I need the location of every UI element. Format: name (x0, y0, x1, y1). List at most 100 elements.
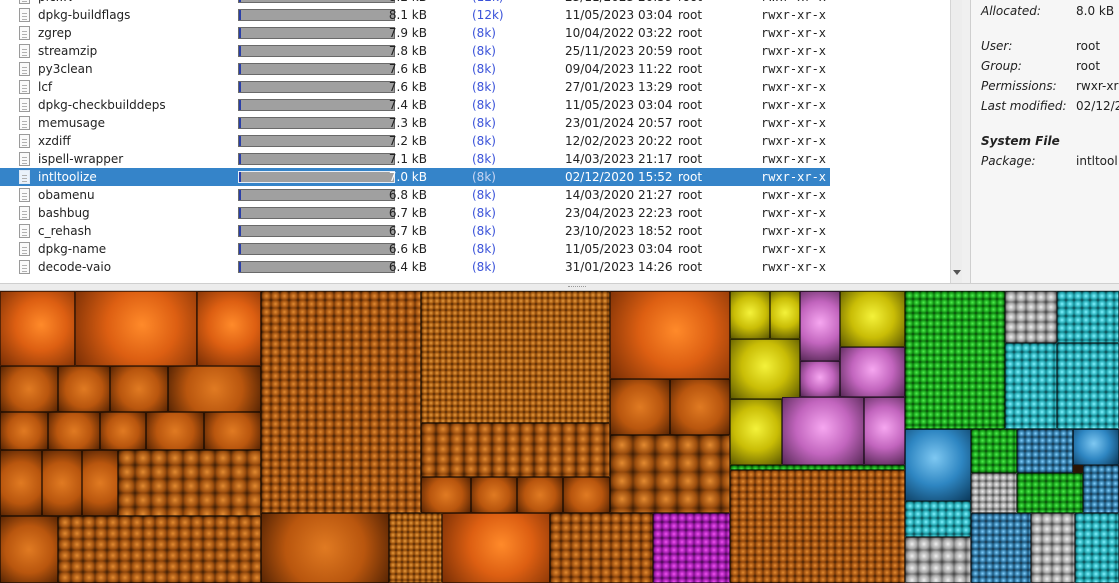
file-row[interactable]: c_rehash 6.7 kB (8k) 23/10/2023 18:52 root rw… (0, 222, 830, 240)
treemap-cell[interactable] (1075, 513, 1119, 583)
treemap-cell[interactable] (118, 450, 261, 516)
treemap-cell[interactable] (75, 291, 197, 366)
treemap-cell[interactable] (0, 450, 42, 516)
treemap-cell[interactable] (905, 537, 971, 583)
treemap-cell[interactable] (48, 412, 100, 450)
splitter-grip-icon[interactable] (568, 286, 586, 288)
text-file-icon (19, 62, 30, 76)
treemap-cell[interactable] (1005, 343, 1057, 429)
treemap-cell[interactable] (905, 429, 971, 501)
treemap-cell[interactable] (1073, 429, 1119, 465)
file-row-selected[interactable]: intltoolize 7.0 kB (8k) 02/12/2020 15:52 roo… (0, 168, 830, 186)
treemap-cell[interactable] (421, 291, 610, 423)
allocated-size: (8k) (472, 62, 496, 76)
treemap-cell[interactable] (110, 366, 168, 412)
treemap-cell[interactable] (1005, 291, 1057, 343)
treemap-cell[interactable] (204, 412, 261, 450)
treemap-cell[interactable] (1083, 465, 1119, 513)
file-list-scrollbar[interactable] (950, 0, 962, 283)
scroll-down-arrow-icon[interactable] (953, 270, 961, 275)
treemap-cell[interactable] (168, 366, 261, 412)
file-row[interactable]: bashbug 6.7 kB (8k) 23/04/2023 22:23 root rwx… (0, 204, 830, 222)
file-row[interactable]: decode-vaio 6.4 kB (8k) 31/01/2023 14:26 roo… (0, 258, 830, 276)
file-owner: root (678, 134, 703, 148)
treemap-cell[interactable] (100, 412, 146, 450)
treemap-cell[interactable] (971, 473, 1017, 513)
treemap-cell[interactable] (1031, 513, 1075, 583)
file-row[interactable]: dpkg-name 6.6 kB (8k) 11/05/2023 03:04 root r… (0, 240, 830, 258)
treemap-cell[interactable] (840, 291, 905, 347)
treemap-cell[interactable] (610, 379, 670, 435)
treemap-cell[interactable] (730, 339, 800, 399)
treemap-cell[interactable] (442, 513, 550, 583)
allocated-size: (8k) (472, 224, 496, 238)
treemap-cell[interactable] (1017, 429, 1073, 473)
treemap-cell[interactable] (261, 291, 421, 513)
treemap-cell[interactable] (840, 347, 905, 397)
file-row[interactable]: lcf 7.6 kB (8k) 27/01/2023 13:29 root rwxr-xr… (0, 78, 830, 96)
disk-usage-treemap[interactable] (0, 291, 1119, 583)
group-row: Group: root (981, 59, 1100, 73)
treemap-cell[interactable] (1057, 291, 1119, 343)
treemap-cell[interactable] (971, 429, 1017, 473)
treemap-cell[interactable] (905, 501, 971, 537)
treemap-cell[interactable] (550, 513, 653, 583)
treemap-cell[interactable] (782, 397, 864, 465)
file-row[interactable]: dpkg-buildflags 8.1 kB (12k) 11/05/2023 03:… (0, 6, 830, 24)
treemap-cell[interactable] (653, 513, 730, 583)
file-name: xzdiff (38, 134, 71, 148)
treemap-cell[interactable] (42, 450, 82, 516)
file-list-pane[interactable]: pic...v8.2 kB(12k)23/11/2023 20:59rootrw… (0, 0, 950, 283)
file-row[interactable]: ispell-wrapper 7.1 kB (8k) 14/03/2023 21:17… (0, 150, 830, 168)
file-name: dpkg-checkbuilddeps (38, 98, 166, 112)
file-permissions: rwxr-xr-x (761, 152, 827, 166)
treemap-cell[interactable] (800, 291, 840, 361)
file-row[interactable]: zgrep 7.9 kB (8k) 10/04/2022 03:22 root rwxr-… (0, 24, 830, 42)
treemap-cell[interactable] (58, 366, 110, 412)
treemap-cell[interactable] (0, 366, 58, 412)
treemap-cell[interactable] (730, 470, 905, 583)
file-row[interactable]: memusage 7.3 kB (8k) 23/01/2024 20:57 root rw… (0, 114, 830, 132)
file-permissions: rwxr-xr-x (761, 80, 827, 94)
file-row[interactable]: obamenu 6.8 kB (8k) 14/03/2020 21:27 root rwx… (0, 186, 830, 204)
file-row[interactable]: streamzip 7.8 kB (8k) 25/11/2023 20:59 root r… (0, 42, 830, 60)
treemap-cell[interactable] (1017, 473, 1083, 513)
horizontal-splitter[interactable] (0, 283, 1119, 291)
treemap-cell[interactable] (1057, 343, 1119, 429)
treemap-cell[interactable] (563, 477, 610, 513)
file-name: py3clean (38, 62, 93, 76)
treemap-cell[interactable] (905, 291, 1005, 429)
treemap-cell[interactable] (58, 516, 261, 583)
treemap-cell[interactable] (730, 291, 770, 339)
treemap-cell[interactable] (0, 412, 48, 450)
treemap-cell[interactable] (471, 477, 517, 513)
permissions-value: rwxr-xr (1076, 79, 1119, 93)
treemap-cell[interactable] (670, 379, 730, 435)
treemap-cell[interactable] (610, 435, 730, 513)
text-file-icon (19, 0, 30, 4)
treemap-cell[interactable] (82, 450, 118, 516)
treemap-cell[interactable] (610, 291, 730, 379)
treemap-cell[interactable] (517, 477, 563, 513)
treemap-cell[interactable] (864, 397, 905, 465)
treemap-cell[interactable] (800, 361, 840, 397)
file-row[interactable]: dpkg-checkbuilddeps 7.4 kB (8k) 11/05/2023 … (0, 96, 830, 114)
file-row[interactable]: xzdiff 7.2 kB (8k) 12/02/2023 20:22 root rwxr… (0, 132, 830, 150)
treemap-cell[interactable] (0, 291, 75, 366)
text-file-icon (19, 98, 30, 112)
pane-divider[interactable] (962, 0, 971, 283)
treemap-cell[interactable] (730, 399, 782, 465)
treemap-cell[interactable] (421, 477, 471, 513)
treemap-cell[interactable] (197, 291, 261, 366)
treemap-cell[interactable] (770, 291, 800, 339)
treemap-cell[interactable] (421, 423, 610, 477)
treemap-cell[interactable] (0, 516, 58, 583)
file-name: ispell-wrapper (38, 152, 124, 166)
file-row[interactable]: py3clean 7.6 kB (8k) 09/04/2023 11:22 root rw… (0, 60, 830, 78)
treemap-cell[interactable] (146, 412, 204, 450)
treemap-cell[interactable] (389, 513, 442, 583)
treemap-cell[interactable] (971, 513, 1031, 583)
allocated-size: (8k) (472, 134, 496, 148)
size-bar (238, 261, 395, 273)
treemap-cell[interactable] (261, 513, 389, 583)
